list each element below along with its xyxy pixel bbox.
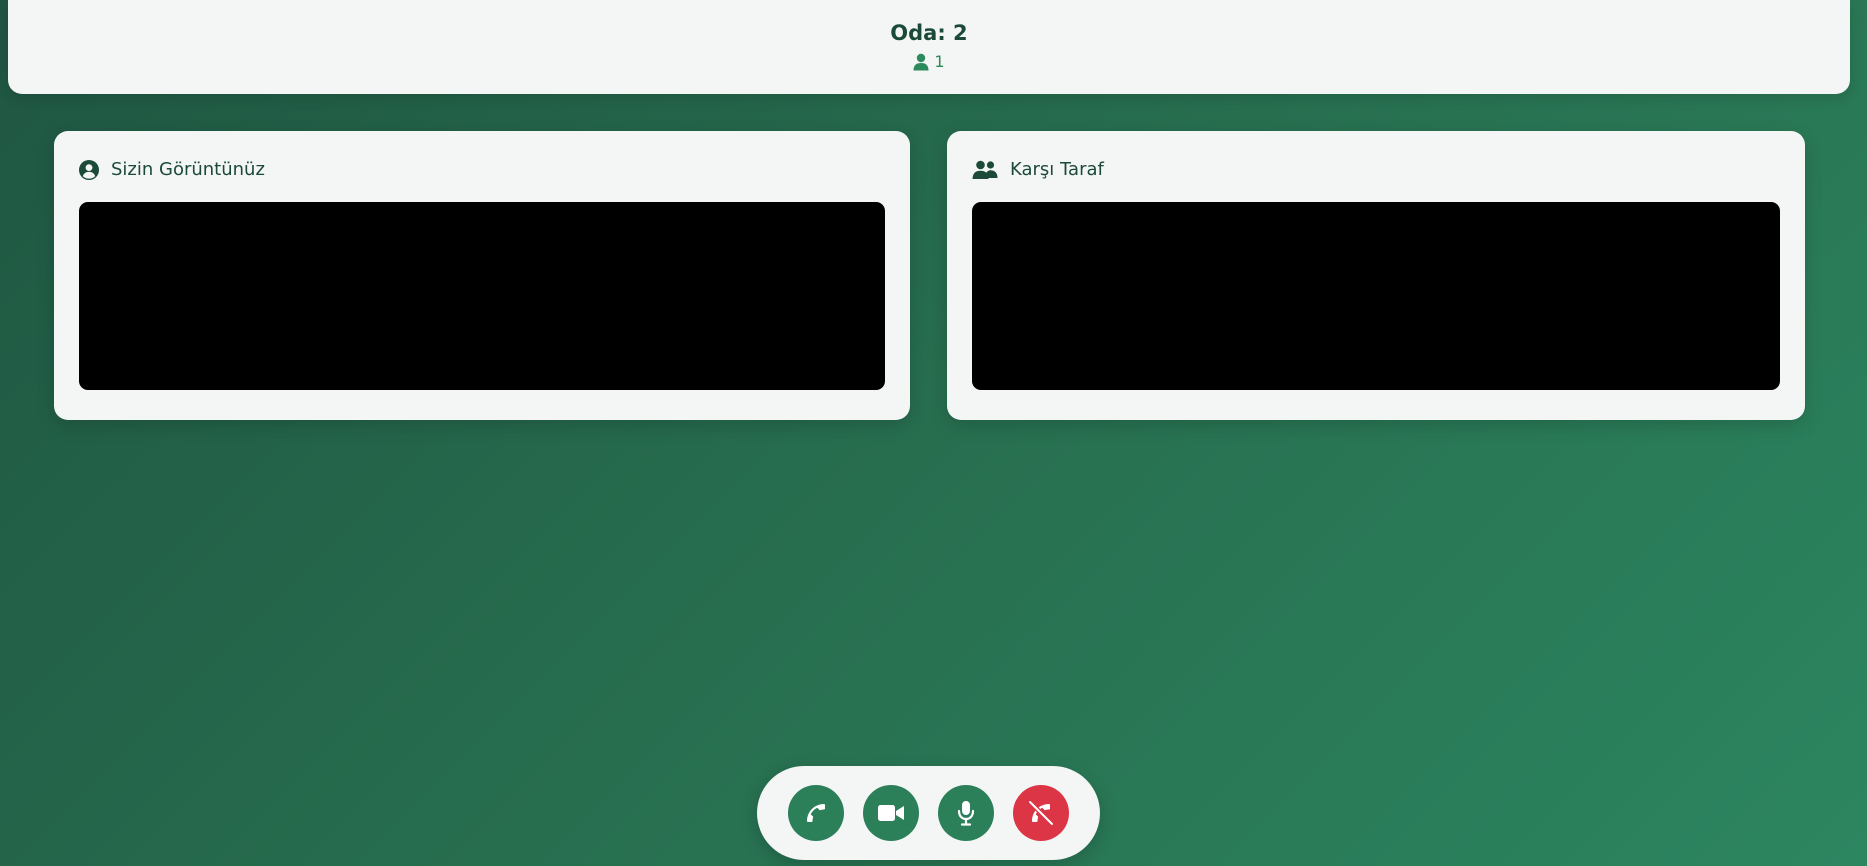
user-circle-icon [79,160,99,180]
call-controls [757,766,1100,860]
participant-count: 1 [8,52,1850,72]
remote-video [972,202,1780,390]
remote-video-header: Karşı Taraf [972,158,1104,182]
camera-button[interactable] [863,785,919,841]
local-video-panel: Sizin Görüntünüz [54,131,910,420]
phone-slash-icon [1027,800,1055,826]
video-camera-icon [877,803,905,823]
mic-button[interactable] [938,785,994,841]
participant-count-value: 1 [934,52,945,71]
phone-icon [804,801,828,825]
end-call-button[interactable] [1013,785,1069,841]
local-video-title: Sizin Görüntünüz [111,159,265,180]
local-video [79,202,885,390]
microphone-icon [957,800,975,826]
room-title: Oda: 2 [890,21,968,45]
call-button[interactable] [788,785,844,841]
local-video-header: Sizin Görüntünüz [79,158,265,182]
users-icon [972,160,998,180]
remote-video-title: Karşı Taraf [1010,159,1104,180]
remote-video-panel: Karşı Taraf [947,131,1805,420]
room-header: Oda: 2 1 [8,0,1850,94]
user-icon [913,53,929,71]
